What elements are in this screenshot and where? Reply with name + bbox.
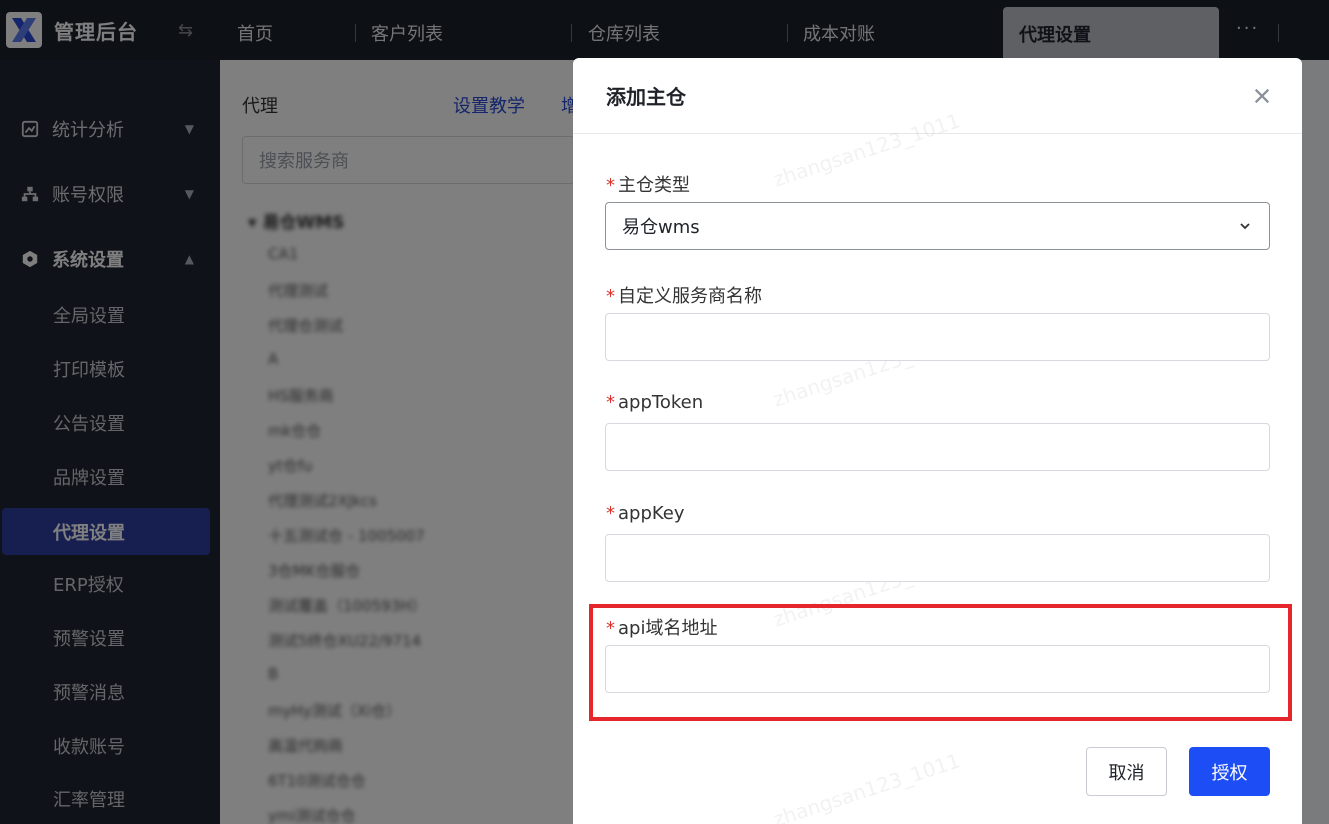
api-domain-label: * api域名地址 (606, 618, 718, 639)
provider-name-label: * 自定义服务商名称 (606, 286, 762, 307)
watermark: zhangsan123_1011 (770, 748, 964, 824)
app-key-label: * appKey (606, 503, 685, 524)
api-domain-input[interactable] (605, 645, 1270, 693)
authorize-button[interactable]: 授权 (1189, 747, 1270, 796)
app-token-input[interactable] (605, 423, 1270, 471)
dialog-title: 添加主仓 (606, 85, 686, 109)
app-token-label: * appToken (606, 392, 704, 413)
warehouse-type-label: * 主仓类型 (606, 175, 690, 196)
dialog-header: 添加主仓 (573, 58, 1302, 134)
chevron-down-icon (1237, 218, 1253, 234)
warehouse-type-select[interactable]: 易仓wms (605, 202, 1270, 250)
select-value: 易仓wms (622, 217, 700, 238)
cancel-button[interactable]: 取消 (1086, 747, 1167, 796)
app-key-input[interactable] (605, 534, 1270, 582)
provider-name-input[interactable] (605, 313, 1270, 361)
add-main-warehouse-dialog: zhangsan123_1011 zhangsan123_1011 zhangs… (573, 58, 1302, 824)
close-icon[interactable] (1250, 84, 1274, 108)
